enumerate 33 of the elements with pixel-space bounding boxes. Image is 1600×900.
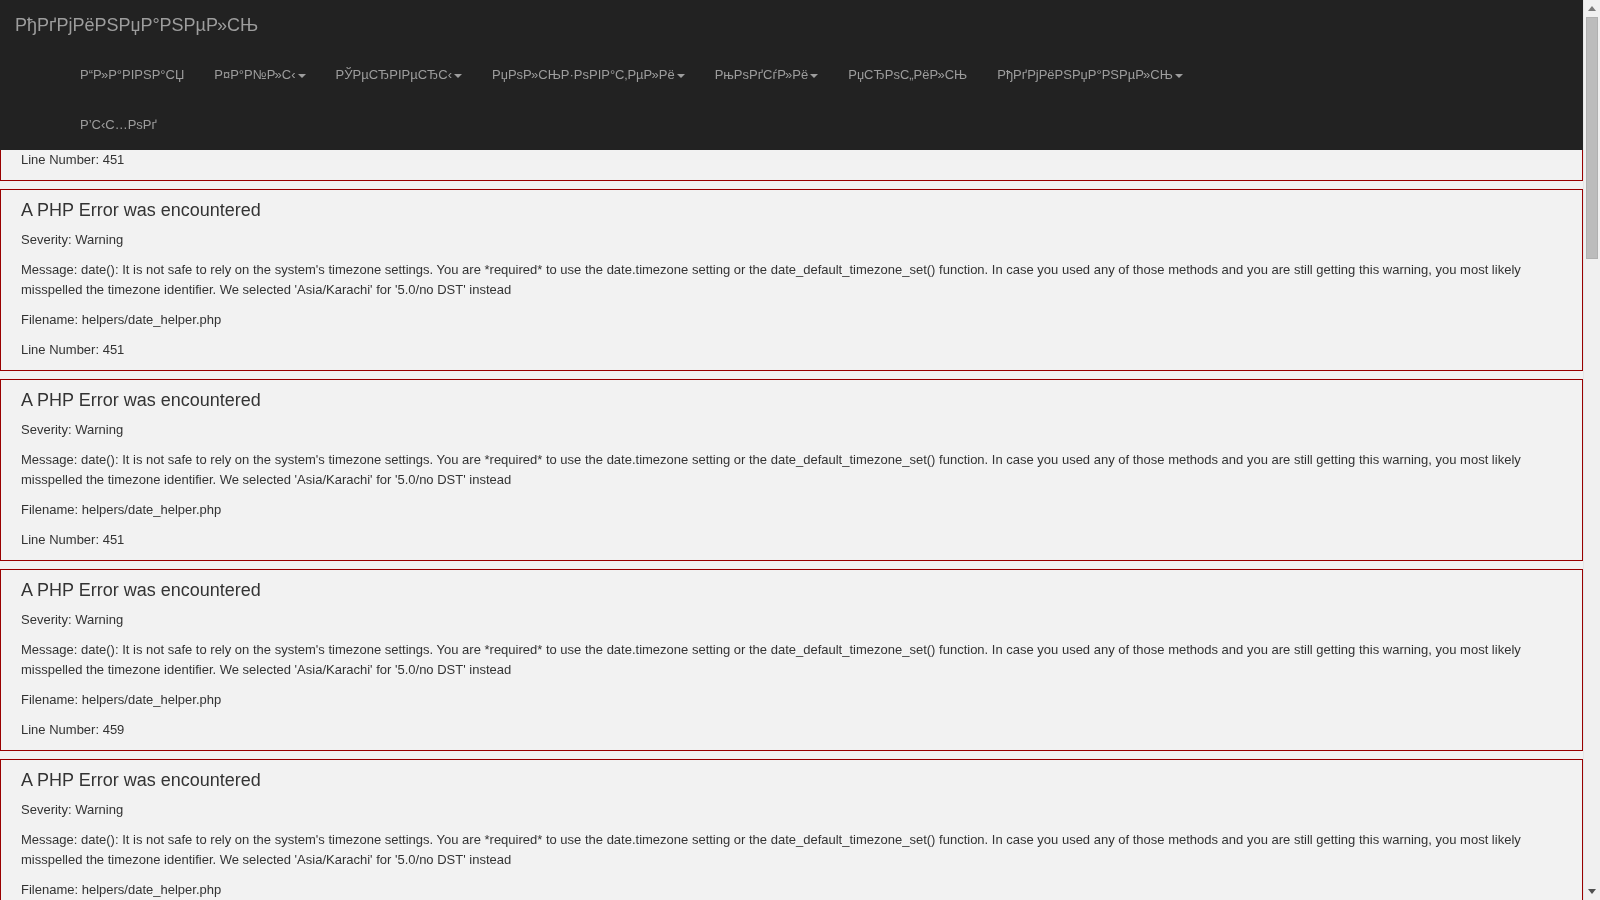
- severity-text: Severity: Warning: [21, 611, 125, 629]
- filename-text: Filename: helpers/date_helper.php: [21, 691, 223, 709]
- message-text: Message: date(): It is not safe to rely on the system's timezone settings. You are *required* to use the date.timezone setting or the date_default_timezone_set() function. In case you used any of those methods and you are still getting this warning, you most likely misspelled the timezone identifier. We selected 'Asia/Karachi' for '5.0/no DST' instead: [21, 451, 1522, 489]
- line-number-text: Line Number: 459: [21, 721, 126, 739]
- nav-dropdown-link[interactable]: Р¤Р°Р№Р»С‹: [199, 50, 321, 100]
- nav-link[interactable]: Р’С‹С…РѕРґ: [65, 100, 172, 150]
- nav-dropdown-link[interactable]: РњРѕРґСѓР»Рё: [699, 50, 834, 100]
- severity-text: Severity: Warning: [21, 801, 125, 819]
- filename-text: Filename: helpers/date_helper.php: [21, 501, 223, 519]
- scrollbar-thumb[interactable]: [1586, 17, 1598, 259]
- nav-dropdown-link[interactable]: РџРѕР»СЊР·РѕРІР°С‚РµР»Рё: [477, 50, 700, 100]
- error-heading: A PHP Error was encountered: [21, 390, 262, 410]
- message-text: Message: date(): It is not safe to rely on the system's timezone settings. You are *required* to use the date.timezone setting or the date_default_timezone_set() function. In case you used any of those methods and you are still getting this warning, you most likely misspelled the timezone identifier. We selected 'Asia/Karachi' for '5.0/no DST' instead: [21, 261, 1522, 299]
- error-heading: A PHP Error was encountered: [21, 200, 262, 220]
- scrollbar[interactable]: [1583, 0, 1600, 900]
- line-number-text: Line Number: 451: [21, 531, 126, 549]
- message-text: Message: date(): It is not safe to rely on the system's timezone settings. You are *required* to use the date.timezone setting or the date_default_timezone_set() function. In case you used any of those methods and you are still getting this warning, you most likely misspelled the timezone identifier. We selected 'Asia/Karachi' for '5.0/no DST' instead: [21, 641, 1522, 679]
- brand-title[interactable]: РђРґРјРёРЅРџР°РЅРµР»СЊ: [0, 0, 274, 50]
- severity-text: Severity: Warning: [21, 421, 125, 439]
- up-arrow-icon: [1588, 6, 1596, 11]
- nav-link[interactable]: РџСЂРѕС„РёР»СЊ: [833, 50, 983, 100]
- error-heading: A PHP Error was encountered: [21, 580, 262, 600]
- message-text: Message: date(): It is not safe to rely on the system's timezone settings. You are *required* to use the date.timezone setting or the date_default_timezone_set() function. In case you used any of those methods and you are still getting this warning, you most likely misspelled the timezone identifier. We selected 'Asia/Karachi' for '5.0/no DST' instead: [21, 831, 1522, 869]
- filename-text: Filename: helpers/date_helper.php: [21, 311, 223, 329]
- line-number-text: Line Number: 451: [21, 341, 126, 359]
- nav-dropdown-link[interactable]: РЎРµСЂРІРµСЂС‹: [320, 50, 478, 100]
- nav-dropdown-link[interactable]: РђРґРјРёРЅРџР°РЅРµР»СЊ: [982, 50, 1198, 100]
- nav-link[interactable]: Р“Р»Р°РІРЅР°СЏ: [65, 50, 200, 100]
- filename-text: Filename: helpers/date_helper.php: [21, 881, 223, 899]
- error-heading: A PHP Error was encountered: [21, 770, 262, 790]
- down-arrow-icon: [1588, 889, 1596, 894]
- line-number-text: Line Number: 451: [21, 151, 126, 169]
- severity-text: Severity: Warning: [21, 231, 125, 249]
